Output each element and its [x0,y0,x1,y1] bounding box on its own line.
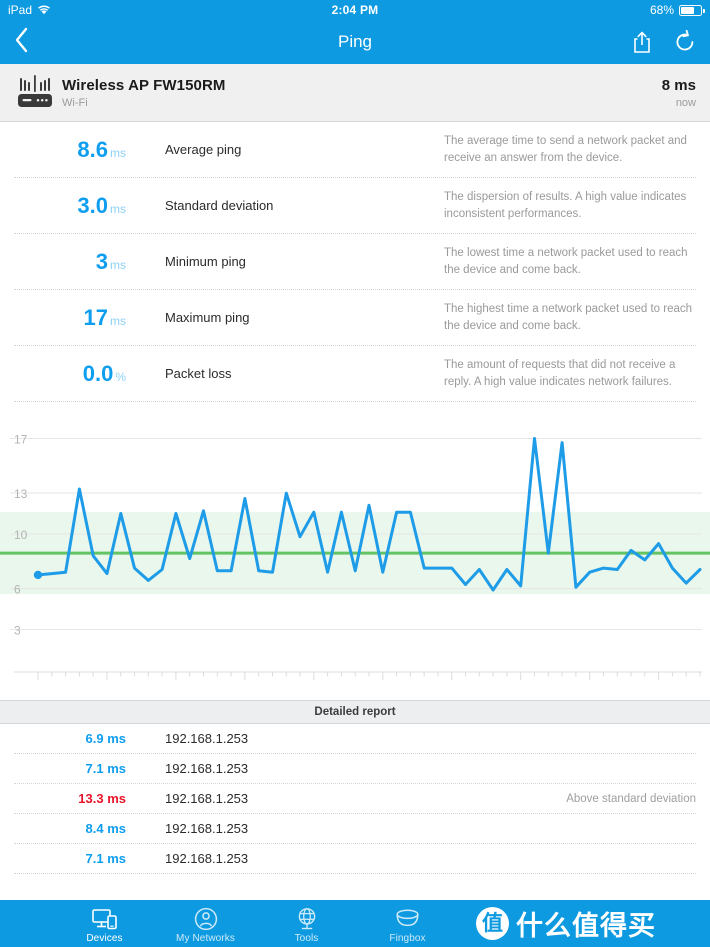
device-title: Wireless AP FW150RM [62,76,226,94]
device-latency-timestamp: now [675,96,696,109]
stat-label: Average ping [165,142,242,157]
status-bar: iPad 2:04 PM 68% [0,0,710,20]
battery-icon [679,4,705,16]
stat-description: The highest time a network packet used t… [444,302,693,332]
device-latency-value: 8 ms [661,76,696,94]
stat-unit: ms [110,257,126,272]
watermark-badge: 值 [476,907,509,940]
report-ip: 192.168.1.253 [165,821,249,836]
watermark: 值 什么值得买 [476,904,656,943]
y-axis-tick: 13 [14,487,28,501]
report-ip: 192.168.1.253 [165,731,249,746]
report-latency: 8.4 ms [85,821,126,836]
tab-fingbox[interactable]: Fingbox [357,903,458,944]
ping-screen: iPad 2:04 PM 68% Ping Wireless AP FW150R… [0,0,710,947]
report-latency: 7.1 ms [85,851,126,866]
page-title: Ping [337,32,373,51]
stat-label: Minimum ping [165,254,246,269]
navigation-bar: Ping [0,20,710,64]
fingbox-icon [394,907,421,931]
stat-value: 0.0% [14,361,129,387]
series-start-dot [33,570,43,580]
report-latency: 7.1 ms [85,761,126,776]
stat-label: Standard deviation [165,198,274,213]
back-button[interactable] [14,26,30,58]
tab-label: Tools [294,933,319,944]
stat-number: 3 [95,248,108,274]
stat-label: Maximum ping [165,310,250,325]
battery-percent-label: 68% [649,3,674,17]
stat-row: 3.0 ms Standard deviation The dispersion … [14,178,696,234]
tab-list: Devices My Networks Tools Fingbox [54,903,458,944]
report-ip: 192.168.1.253 [165,761,249,776]
table-row: 7.1 ms 192.168.1.253 [14,754,696,784]
tab-devices[interactable]: Devices [54,903,155,944]
status-bar-right: 68% [649,3,705,17]
table-row: 7.1 ms 192.168.1.253 [14,844,696,874]
stat-number: 17 [83,304,108,330]
stat-number: 3.0 [77,192,108,218]
stat-row: 3 ms Minimum ping The lowest time a netwo… [14,234,696,290]
stat-value: 8.6 ms [14,137,129,163]
stat-unit: ms [110,145,126,160]
stat-value: 17 ms [14,305,129,331]
stat-description: The dispersion of results. A high value … [444,190,687,220]
bottom-tab-bar: Devices My Networks Tools Fingbox 值 什么值得… [0,900,710,947]
report-ip: 192.168.1.253 [165,851,249,866]
y-axis-tick: 17 [14,432,28,446]
report-latency: 6.9 ms [85,731,126,746]
stat-row: 0.0% Packet loss The amount of requests … [14,346,696,402]
tab-tools[interactable]: Tools [256,903,357,944]
share-icon[interactable] [632,30,654,54]
stat-value: 3.0 ms [14,193,129,219]
globe-icon [295,907,319,931]
report-latency: 13.3 ms [78,791,126,806]
y-axis-tick: 3 [14,624,21,638]
tab-label: Fingbox [389,933,426,944]
device-latency-block: 8 ms now [662,77,696,109]
watermark-text: 什么值得买 [516,911,656,941]
router-icon [14,74,56,112]
y-axis-tick: 10 [14,528,28,542]
report-note: Above standard deviation [566,792,696,805]
stat-unit: ms [110,201,126,216]
tab-label: Devices [86,933,123,944]
stat-row: 8.6 ms Average ping The average time to s… [14,122,696,178]
table-row: 8.4 ms 192.168.1.253 [14,814,696,844]
table-row: 6.9 ms 192.168.1.253 [14,724,696,754]
ping-chart: 3 6 10 13 17 [0,410,710,700]
table-row: 13.3 ms 192.168.1.253 Above standard dev… [14,784,696,814]
y-axis-tick: 6 [14,583,21,597]
device-header-texts: Wireless AP FW150RM Wi-Fi [62,77,226,109]
stat-row: 17 ms Maximum ping The highest time a net… [14,290,696,346]
statistics-list: 8.6 ms Average ping The average time to s… [0,122,710,402]
stat-number: 8.6 [77,136,108,162]
person-circle-icon [194,907,218,931]
stat-unit: ms [110,313,126,328]
report-ip: 192.168.1.253 [165,791,249,806]
stat-description: The average time to send a network packe… [444,134,687,164]
device-connection-type: Wi-Fi [62,96,88,109]
navigation-actions [632,29,696,54]
tab-my-networks[interactable]: My Networks [155,903,256,944]
devices-icon [91,907,118,931]
tab-label: My Networks [176,933,235,944]
stat-unit: % [115,369,126,384]
stat-label: Packet loss [165,366,232,381]
stat-description: The amount of requests that did not rece… [444,358,676,388]
refresh-icon[interactable] [674,29,696,54]
ping-chart-svg: 3 6 10 13 17 [0,432,710,680]
device-header[interactable]: Wireless AP FW150RM Wi-Fi 8 ms now [0,64,710,122]
detailed-report-header: Detailed report [0,700,710,724]
stat-value: 3 ms [14,249,129,275]
status-bar-clock: 2:04 PM [331,3,379,17]
detailed-report-list: 6.9 ms 192.168.1.253 7.1 ms 192.168.1.25… [0,724,710,874]
stat-number: 0.0 [82,360,114,386]
stat-description: The lowest time a network packet used to… [444,246,688,276]
